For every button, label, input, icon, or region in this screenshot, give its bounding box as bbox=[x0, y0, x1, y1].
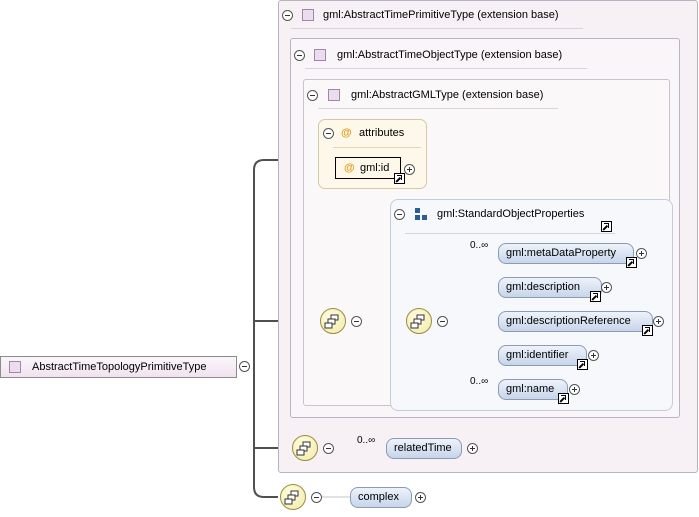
root-type-box[interactable]: AbstractTimeTopologyPrimitiveType bbox=[0, 356, 237, 378]
sequence-compositor-icon[interactable] bbox=[280, 484, 306, 510]
element-gml-identifier[interactable]: gml:identifier bbox=[498, 345, 587, 366]
element-expand-button[interactable] bbox=[467, 443, 478, 454]
element-label: gml:descriptionReference bbox=[506, 315, 631, 327]
sequence-compositor-icon[interactable] bbox=[406, 308, 432, 334]
sequence-compositor-icon[interactable] bbox=[292, 435, 318, 461]
complex-type-icon bbox=[328, 89, 340, 101]
group-label: gml:StandardObjectProperties bbox=[437, 208, 585, 220]
element-relatedtime[interactable]: relatedTime bbox=[386, 438, 462, 459]
complex-type-icon bbox=[302, 9, 314, 21]
attributes-collapse-button[interactable] bbox=[323, 128, 334, 139]
separator bbox=[405, 233, 615, 234]
reference-arrow-icon[interactable] bbox=[590, 291, 601, 302]
cardinality-label: 0..∞ bbox=[470, 240, 489, 251]
complex-type-icon bbox=[314, 49, 326, 61]
element-expand-button[interactable] bbox=[636, 248, 647, 259]
ext1-collapse-button[interactable] bbox=[282, 10, 293, 21]
attributes-box: @ attributes @ gml:id bbox=[318, 119, 427, 189]
separator bbox=[318, 108, 558, 109]
cardinality-label: 0..∞ bbox=[357, 435, 376, 446]
reference-arrow-icon[interactable] bbox=[626, 257, 637, 268]
element-complex[interactable]: complex bbox=[350, 487, 412, 508]
attribute-expand-button[interactable] bbox=[404, 164, 415, 175]
attribute-at-icon: @ bbox=[344, 162, 355, 174]
element-expand-button[interactable] bbox=[569, 384, 580, 395]
element-expand-button[interactable] bbox=[653, 316, 664, 327]
element-label: gml:description bbox=[506, 281, 580, 293]
group-collapse-button[interactable] bbox=[394, 209, 405, 220]
sequence-collapse-button[interactable] bbox=[437, 316, 448, 327]
reference-arrow-icon[interactable] bbox=[642, 325, 653, 336]
element-label: relatedTime bbox=[394, 442, 452, 454]
sequence-collapse-button[interactable] bbox=[311, 492, 322, 503]
element-label: gml:name bbox=[506, 383, 555, 395]
element-expand-button[interactable] bbox=[415, 492, 426, 503]
element-expand-button[interactable] bbox=[588, 350, 599, 361]
element-expand-button[interactable] bbox=[601, 282, 612, 293]
element-label: gml:metaDataProperty bbox=[506, 247, 617, 259]
element-gml-description[interactable]: gml:description bbox=[498, 277, 602, 298]
ext2-collapse-button[interactable] bbox=[294, 50, 305, 61]
sequence-collapse-button[interactable] bbox=[323, 443, 334, 454]
reference-arrow-icon[interactable] bbox=[577, 359, 588, 370]
element-label: gml:identifier bbox=[506, 349, 569, 361]
ext1-label: gml:AbstractTimePrimitiveType (extension… bbox=[323, 9, 559, 21]
attributes-label: attributes bbox=[359, 127, 405, 139]
cardinality-label: 0..∞ bbox=[470, 376, 489, 387]
complex-type-icon bbox=[9, 361, 21, 373]
sequence-collapse-button[interactable] bbox=[351, 316, 362, 327]
reference-arrow-icon[interactable] bbox=[558, 393, 569, 404]
separator bbox=[333, 147, 421, 148]
attribute-at-icon: @ bbox=[341, 127, 352, 139]
element-gml-metadataproperty[interactable]: gml:metaDataProperty bbox=[498, 243, 634, 264]
attribute-gml-id[interactable]: @ gml:id bbox=[335, 157, 401, 179]
ext3-label: gml:AbstractGMLType (extension base) bbox=[351, 89, 544, 101]
root-type-label: AbstractTimeTopologyPrimitiveType bbox=[32, 361, 207, 373]
group-icon bbox=[415, 208, 427, 220]
attribute-label: gml:id bbox=[360, 162, 390, 174]
root-collapse-button[interactable] bbox=[239, 361, 250, 372]
separator bbox=[291, 28, 583, 29]
element-label: complex bbox=[358, 491, 399, 503]
reference-arrow-icon[interactable] bbox=[394, 173, 405, 184]
reference-arrow-icon[interactable] bbox=[601, 221, 612, 232]
element-gml-descriptionreference[interactable]: gml:descriptionReference bbox=[498, 311, 653, 332]
ext2-label: gml:AbstractTimeObjectType (extension ba… bbox=[337, 49, 563, 61]
ext3-collapse-button[interactable] bbox=[307, 90, 318, 101]
sequence-compositor-icon[interactable] bbox=[320, 308, 346, 334]
separator bbox=[305, 68, 587, 69]
